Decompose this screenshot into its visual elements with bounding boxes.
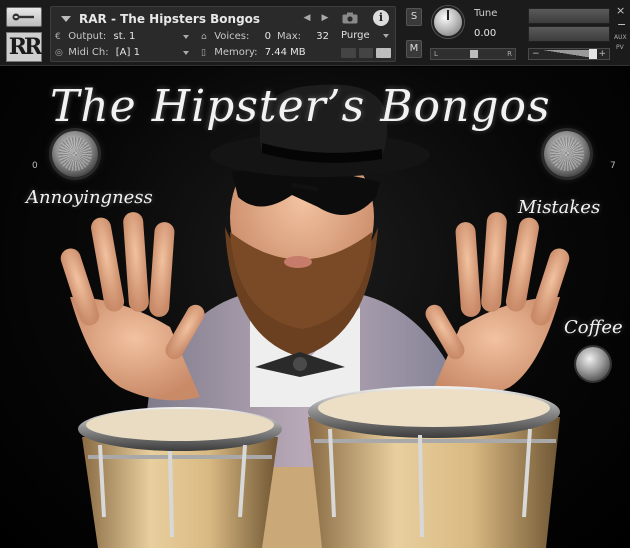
voices-value: 0 <box>264 31 271 42</box>
mistakes-max-label: 7 <box>610 161 616 171</box>
midi-channel-selector[interactable]: ◎ Midi Ch: [A] 1 <box>55 46 191 60</box>
level-meter-right <box>528 26 610 42</box>
annoyingness-min-label: 0 <box>32 161 38 171</box>
memory-readout: ▯ Memory: 7.44 MB <box>201 47 306 58</box>
tune-value: 0.00 <box>474 28 497 39</box>
max-voices-field[interactable]: Max: 32 <box>277 30 329 44</box>
bongo-drums <box>78 386 560 548</box>
memory-value: 7.44 MB <box>264 47 306 58</box>
instrument-title: The Hipster’s Bongos <box>50 81 551 132</box>
pan-thumb[interactable] <box>470 50 478 58</box>
coffee-label: Coffee <box>564 317 623 338</box>
max-voices-value: 32 <box>316 31 329 42</box>
dropdown-arrow-icon <box>183 35 189 39</box>
close-icon[interactable]: × <box>616 4 625 17</box>
info-button[interactable]: i <box>373 10 389 26</box>
volume-slider[interactable]: − + <box>528 48 610 60</box>
hipster-bongo-player-illustration <box>60 84 570 548</box>
output-selector[interactable]: € Output: st. 1 <box>55 30 191 44</box>
solo-button[interactable]: S <box>406 8 422 26</box>
wrench-icon <box>12 13 34 21</box>
annoyingness-label: Annoyingness <box>26 187 153 208</box>
memory-icon: ▯ <box>201 48 206 58</box>
volume-ramp <box>543 50 593 58</box>
annoyingness-knob[interactable] <box>52 131 98 177</box>
tune-label: Tune <box>474 8 498 19</box>
output-icon: € <box>55 32 61 42</box>
dropdown-arrow-icon <box>183 51 189 55</box>
pv-toggle[interactable]: PV <box>616 44 624 51</box>
collapse-arrow-icon[interactable] <box>61 16 71 22</box>
level-meter-left <box>528 8 610 24</box>
dropdown-arrow-icon <box>383 34 389 38</box>
brand-logo: RR <box>6 32 42 62</box>
instrument-info-panel: RAR - The Hipsters Bongos ◀ ▶ i € Output… <box>50 6 396 62</box>
mistakes-label: Mistakes <box>518 197 601 218</box>
instrument-stage: The Hipster’s Bongos 0 Annoyingness 7 Mi… <box>0 67 630 548</box>
instrument-name: RAR - The Hipsters Bongos <box>79 12 261 26</box>
mistakes-knob[interactable] <box>544 131 590 177</box>
minimize-icon[interactable]: − <box>617 18 626 31</box>
aux-toggle[interactable]: AUX <box>614 34 627 41</box>
voices-readout: ⌂ Voices: 0 <box>201 31 271 42</box>
volume-thumb[interactable] <box>589 49 597 59</box>
voices-icon: ⌂ <box>201 32 207 42</box>
pan-slider[interactable]: L R <box>430 48 516 60</box>
settings-wrench-button[interactable] <box>6 7 42 27</box>
instrument-name-row[interactable]: RAR - The Hipsters Bongos <box>55 11 295 27</box>
coffee-button[interactable] <box>576 347 610 381</box>
memory-bars <box>341 48 392 58</box>
snapshot-camera-button[interactable] <box>339 10 361 26</box>
midi-icon: ◎ <box>55 48 63 58</box>
next-instrument-icon[interactable]: ▶ <box>319 12 331 24</box>
instrument-header: RR RAR - The Hipsters Bongos ◀ ▶ i € Out… <box>0 0 630 66</box>
purge-dropdown[interactable]: Purge <box>341 29 391 43</box>
camera-icon <box>342 12 358 24</box>
mute-button[interactable]: M <box>406 40 422 58</box>
prev-instrument-icon[interactable]: ◀ <box>301 12 313 24</box>
output-value: st. 1 <box>113 31 136 42</box>
midi-channel-value: [A] 1 <box>115 47 140 58</box>
tune-knob[interactable] <box>432 6 464 38</box>
